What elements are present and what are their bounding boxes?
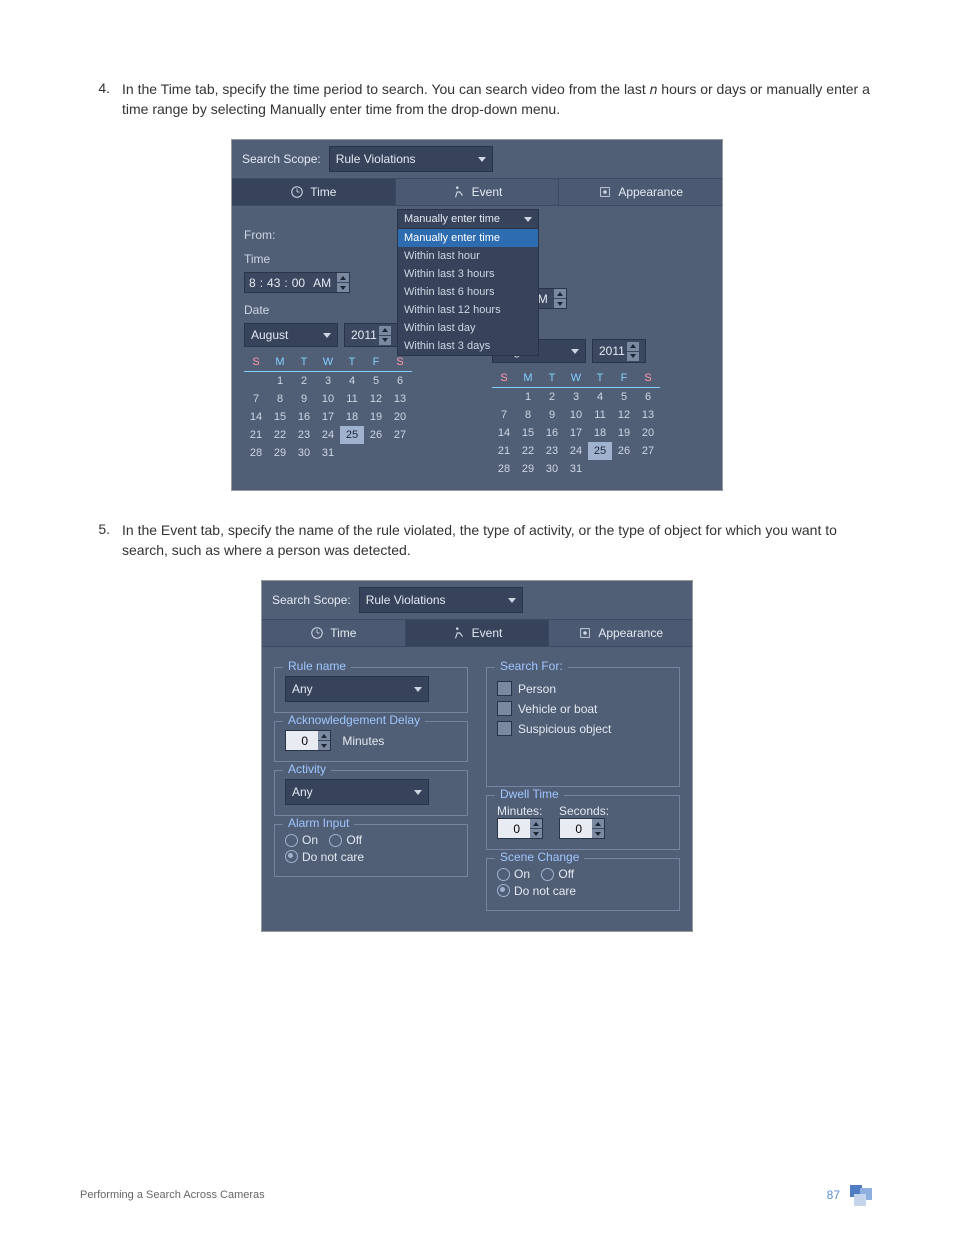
tab-event[interactable]: Event [396, 179, 560, 205]
alarm-on-radio[interactable]: On [285, 833, 318, 847]
time-preset-option[interactable]: Within last 3 hours [398, 265, 538, 283]
clock-icon [290, 185, 304, 199]
to-calendar[interactable]: SMTWTFS 123456 78910111213 1415161718192… [492, 369, 660, 478]
step-4: 4. In the Time tab, specify the time per… [80, 80, 874, 119]
time-preset-option[interactable]: Within last hour [398, 247, 538, 265]
dwell-min-label: Minutes: [497, 804, 543, 818]
person-running-icon [452, 626, 466, 640]
alarm-dnc-radio[interactable]: Do not care [285, 850, 364, 864]
year-spinner[interactable]: 2011 [592, 339, 646, 363]
tab-time[interactable]: Time [262, 620, 406, 646]
clock-icon [310, 626, 324, 640]
time-preset-option[interactable]: Within last 3 days [398, 337, 538, 355]
ack-delay-group: Acknowledgement Delay 0 Minutes [274, 721, 468, 762]
search-scope-dropdown[interactable]: Rule Violations [329, 146, 493, 172]
time-preset-option[interactable]: Manually enter time [398, 229, 538, 247]
event-tab-panel: Search Scope: Rule Violations Time Event… [261, 580, 693, 932]
step-text: In the Event tab, specify the name of th… [122, 521, 874, 560]
dwell-sec-label: Seconds: [559, 804, 609, 818]
from-calendar[interactable]: SMTWTFS 123456 78910111213 1415161718192… [244, 353, 412, 462]
time-preset-options: Manually enter time Within last hour Wit… [398, 228, 538, 355]
time-spinner[interactable] [554, 289, 566, 308]
search-vehicle-checkbox[interactable]: Vehicle or boat [497, 701, 669, 716]
scene-off-radio[interactable]: Off [541, 867, 574, 881]
time-spinner[interactable] [337, 273, 349, 292]
activity-dropdown[interactable]: Any [285, 779, 429, 805]
rule-name-dropdown[interactable]: Any [285, 676, 429, 702]
step-number: 4. [80, 80, 122, 119]
footer-title: Performing a Search Across Cameras [80, 1189, 265, 1201]
step-text: In the Time tab, specify the time period… [122, 80, 874, 119]
alarm-input-group: Alarm Input On Off Do not care [274, 824, 468, 877]
scene-on-radio[interactable]: On [497, 867, 530, 881]
time-preset-option[interactable]: Within last 6 hours [398, 283, 538, 301]
step-number: 5. [80, 521, 122, 560]
ack-delay-unit: Minutes [342, 734, 384, 748]
page-number: 87 [827, 1188, 840, 1202]
chevron-down-icon [524, 217, 532, 222]
search-scope-label: Search Scope: [242, 152, 321, 166]
page-footer: Performing a Search Across Cameras 87 [80, 1185, 874, 1205]
dwell-min-spinner[interactable]: 0 [497, 818, 543, 839]
dwell-sec-spinner[interactable]: 0 [559, 818, 605, 839]
month-dropdown[interactable]: August [244, 323, 338, 347]
search-for-group: Search For: Person Vehicle or boat Suspi… [486, 667, 680, 787]
tab-bar: Time Event Appearance [262, 619, 692, 647]
appearance-icon [598, 185, 612, 199]
logo-icon [850, 1185, 874, 1205]
tab-event[interactable]: Event [406, 620, 550, 646]
person-running-icon [452, 185, 466, 199]
search-suspicious-checkbox[interactable]: Suspicious object [497, 721, 669, 736]
time-preset-dropdown[interactable]: Manually enter time Manually enter time … [397, 209, 539, 356]
from-time-input[interactable]: 8:43:00 AM [244, 272, 350, 293]
step-5: 5. In the Event tab, specify the name of… [80, 521, 874, 560]
tab-bar: Time Event Appearance [232, 178, 722, 206]
year-spinner[interactable]: 2011 [344, 323, 398, 347]
time-preset-option[interactable]: Within last day [398, 319, 538, 337]
appearance-icon [578, 626, 592, 640]
tab-time[interactable]: Time [232, 179, 396, 205]
search-scope-dropdown[interactable]: Rule Violations [359, 587, 523, 613]
time-tab-panel: Search Scope: Rule Violations Time Event [231, 139, 723, 491]
ack-delay-spinner[interactable]: 0 [285, 730, 331, 751]
time-preset-option[interactable]: Within last 12 hours [398, 301, 538, 319]
chevron-down-icon [508, 598, 516, 603]
activity-group: Activity Any [274, 770, 468, 816]
search-person-checkbox[interactable]: Person [497, 681, 669, 696]
dwell-time-group: Dwell Time Minutes: 0 Seconds: 0 [486, 795, 680, 850]
tab-appearance[interactable]: Appearance [549, 620, 692, 646]
rule-name-group: Rule name Any [274, 667, 468, 713]
scene-dnc-radio[interactable]: Do not care [497, 884, 576, 898]
tab-appearance[interactable]: Appearance [559, 179, 722, 205]
alarm-off-radio[interactable]: Off [329, 833, 362, 847]
chevron-down-icon [478, 157, 486, 162]
scene-change-group: Scene Change On Off Do not care [486, 858, 680, 911]
search-scope-label: Search Scope: [272, 593, 351, 607]
